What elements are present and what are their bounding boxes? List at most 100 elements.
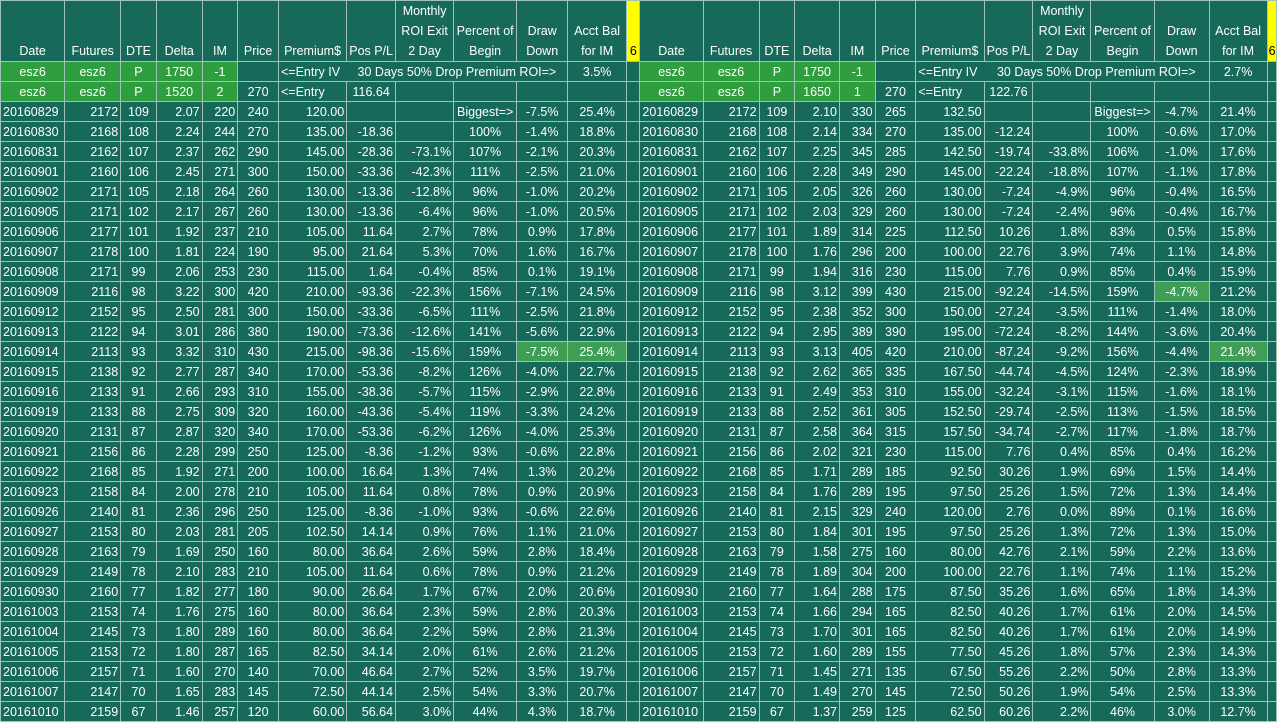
cell-im[interactable]: 237 [201,221,239,242]
cell-price[interactable]: 250 [237,501,279,522]
cell-im[interactable]: 271 [201,461,239,482]
cell-futures[interactable]: 2147 [64,681,122,702]
header-pos-pl[interactable]: Pos P/L [346,0,397,62]
cell-percent-begin-right[interactable]: 74% [1090,561,1155,582]
cell-premium-right[interactable]: 155.00 [915,381,985,402]
cell-date-right[interactable]: 20160906 [639,221,704,242]
cell-acct-bal[interactable]: 20.3% [567,601,628,622]
cell-percent-begin-right[interactable]: 54% [1090,681,1155,702]
cell-delta[interactable]: 2.28 [155,441,203,462]
cell-date-right[interactable]: 20161007 [639,681,704,702]
cell-draw-down[interactable]: 3.3% [516,681,569,702]
cell-premium-right[interactable]: 130.00 [915,181,985,202]
cell-draw-down[interactable]: -1.0% [516,181,569,202]
cell-im[interactable]: 286 [201,321,239,342]
cell-date[interactable]: 20160906 [0,221,66,242]
cell-draw-down[interactable]: 1.1% [516,521,569,542]
cell-delta[interactable]: 2.03 [155,521,203,542]
cell-premium[interactable]: 72.50 [277,681,348,702]
cell-percent-begin[interactable]: 78% [453,561,518,582]
cell-dte-right[interactable]: 108 [758,121,796,142]
cell-acct-bal[interactable]: 20.7% [567,681,628,702]
cell-percent-begin[interactable]: 93% [453,441,518,462]
cell-premium-right[interactable]: 145.00 [915,161,985,182]
cell-acct-bal-right[interactable]: 14.9% [1208,621,1268,642]
cell-pos-pl[interactable]: -93.36 [346,281,397,302]
header-price-right[interactable]: Price [874,0,917,62]
cell-monthly-roi[interactable]: -0.4% [395,261,455,282]
cell-im-right[interactable]: 301 [838,521,876,542]
cell-delta[interactable]: 2.17 [155,201,203,222]
cell-date[interactable]: 20160905 [0,201,66,222]
cell-im[interactable]: 257 [201,701,239,722]
empty-cell[interactable] [626,221,641,242]
cell-date-right[interactable]: 20160829 [639,101,704,122]
empty-cell[interactable] [1266,661,1277,682]
cell-futures-right[interactable]: 2113 [702,341,760,362]
cell-percent-begin-right[interactable]: 85% [1090,441,1155,462]
cell-premium[interactable]: 105.00 [277,561,348,582]
cell-acct-bal[interactable]: 19.1% [567,261,628,282]
empty-cell[interactable] [626,161,641,182]
cell-date-right[interactable]: 20160915 [639,361,704,382]
cell-delta[interactable]: 2.66 [155,381,203,402]
cell-price-right[interactable]: 265 [874,101,917,122]
cell-date-right[interactable]: 20160914 [639,341,704,362]
cell-im-right[interactable]: 329 [838,201,876,222]
cell-futures[interactable]: 2122 [64,321,122,342]
cell-monthly-roi[interactable]: -12.6% [395,321,455,342]
empty-cell[interactable] [626,621,641,642]
cell-pos-pl[interactable]: -53.36 [346,361,397,382]
cell-pos-pl-right[interactable]: -92.24 [983,281,1034,302]
cell-draw-down[interactable]: -2.9% [516,381,569,402]
roi-note-right[interactable]: 30 Days 50% Drop Premium ROI=> [984,61,1210,82]
empty-cell[interactable] [1266,641,1277,662]
cell-draw-down-right[interactable]: 1.5% [1153,461,1210,482]
cell-price[interactable]: 120 [237,701,279,722]
cell-delta-right[interactable]: 2.58 [794,421,840,442]
cell-draw-down[interactable]: -4.0% [516,361,569,382]
cell-dte-right[interactable]: 72 [758,641,796,662]
cell-im-right[interactable]: 361 [838,401,876,422]
cell-price-right[interactable]: 195 [874,521,917,542]
cell-date-right[interactable]: 20160926 [639,501,704,522]
cell-futures[interactable]: 2160 [64,581,122,602]
header-flag-cell-right[interactable]: 6 [1266,0,1277,62]
cell-im-right[interactable]: 352 [838,301,876,322]
cell-acct-bal-right[interactable]: 14.5% [1208,601,1268,622]
empty-cell[interactable] [626,281,641,302]
cell-acct-bal-right[interactable]: 17.0% [1208,121,1268,142]
cell-futures[interactable]: 2178 [64,241,122,262]
cell-im-right[interactable]: 353 [838,381,876,402]
cell-price[interactable]: 230 [237,261,279,282]
entry-cell[interactable]: 1 [838,81,876,102]
cell-price-right[interactable]: 185 [874,461,917,482]
cell-draw-down[interactable]: -7.5% [516,341,569,362]
cell-draw-down[interactable]: -1.0% [516,201,569,222]
cell-monthly-roi-right[interactable]: -33.8% [1032,141,1092,162]
cell-draw-down[interactable]: 0.9% [516,221,569,242]
cell-pos-pl[interactable]: 21.64 [346,241,397,262]
cell-price[interactable]: 160 [237,541,279,562]
cell-monthly-roi[interactable]: -22.3% [395,281,455,302]
header-monthly-roi[interactable]: Monthly ROI Exit 2 Day [395,0,455,62]
entry-roi-value[interactable]: 3.5% [567,61,628,82]
cell-date-right[interactable]: 20160921 [639,441,704,462]
cell-price-right[interactable]: 270 [874,121,917,142]
cell-monthly-roi-right[interactable]: 2.1% [1032,541,1092,562]
cell-futures[interactable]: 2133 [64,401,122,422]
cell-monthly-roi[interactable]: -73.1% [395,141,455,162]
cell-acct-bal[interactable]: 21.8% [567,301,628,322]
cell-percent-begin[interactable]: 119% [453,401,518,422]
cell-date[interactable]: 20161003 [0,601,66,622]
entry-cell[interactable]: esz6 [64,81,122,102]
cell-monthly-roi-right[interactable]: 2.2% [1032,701,1092,722]
cell-im[interactable]: 264 [201,181,239,202]
cell-im-right[interactable]: 304 [838,561,876,582]
cell-premium-right[interactable]: 142.50 [915,141,985,162]
cell-percent-begin-right[interactable]: 124% [1090,361,1155,382]
cell-delta[interactable]: 3.01 [155,321,203,342]
cell-dte[interactable]: 107 [120,141,157,162]
empty-cell[interactable] [1266,441,1277,462]
cell-percent-begin-right[interactable]: 61% [1090,621,1155,642]
